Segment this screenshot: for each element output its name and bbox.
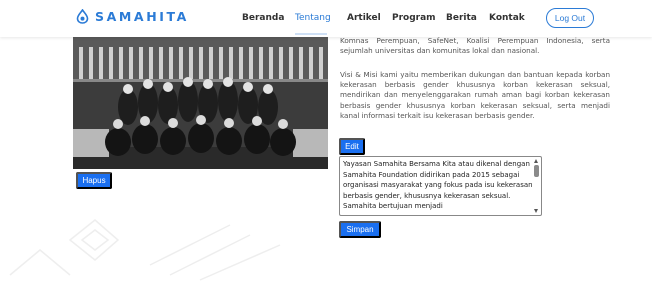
brand-name: SAMAHITA <box>95 9 189 24</box>
brand-logo[interactable]: SAMAHITA <box>76 9 189 24</box>
logout-button[interactable]: Log Out <box>546 8 594 28</box>
scroll-down-arrow-icon[interactable] <box>534 209 538 213</box>
about-paragraph-1: Komnas Perempuan, SafeNet, Koalisi Perem… <box>340 36 610 56</box>
about-textarea[interactable]: Yayasan Samahita Bersama Kita atau diken… <box>339 156 542 216</box>
textarea-scrollbar[interactable] <box>533 158 540 214</box>
nav-active-indicator <box>295 33 327 35</box>
scroll-up-arrow-icon[interactable] <box>534 159 538 163</box>
nav-berita[interactable]: Berita <box>446 13 477 23</box>
nav-artikel[interactable]: Artikel <box>347 13 381 23</box>
drop-logo-icon <box>76 9 89 24</box>
nav-beranda[interactable]: Beranda <box>242 13 284 23</box>
save-button[interactable]: Simpan <box>339 221 381 238</box>
scroll-thumb[interactable] <box>534 165 539 177</box>
top-navbar: SAMAHITA Beranda Tentang Artikel Program… <box>0 0 652 37</box>
vision-mission-paragraph: Visi & Misi kami yaitu memberikan dukung… <box>340 70 610 120</box>
background-decoration <box>9 219 281 281</box>
team-photo <box>73 37 328 169</box>
textarea-value: Yayasan Samahita Bersama Kita atau diken… <box>343 160 533 210</box>
nav-program[interactable]: Program <box>392 13 436 23</box>
delete-button[interactable]: Hapus <box>76 172 112 189</box>
nav-tentang[interactable]: Tentang <box>295 13 331 23</box>
team-photo-image <box>73 37 328 169</box>
edit-button[interactable]: Edit <box>339 138 365 155</box>
nav-kontak[interactable]: Kontak <box>489 13 525 23</box>
